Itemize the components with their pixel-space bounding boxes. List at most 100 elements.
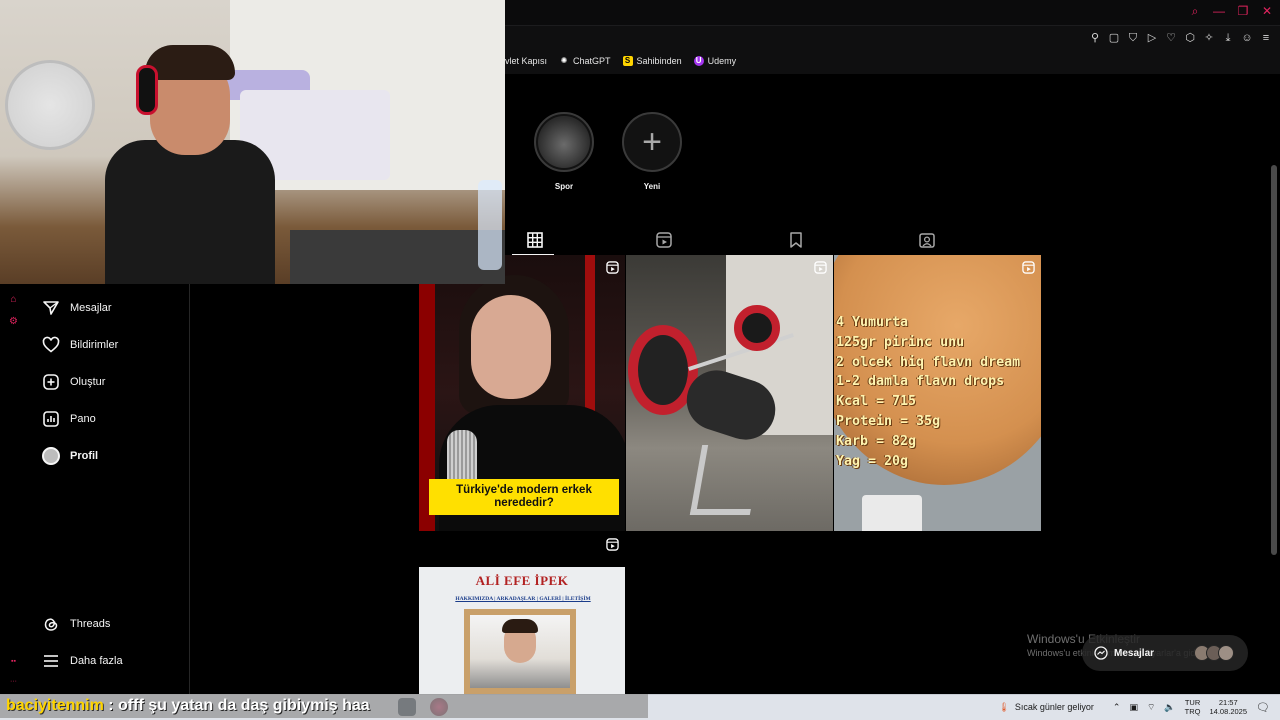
- webcam-overlay: [0, 0, 505, 284]
- heart-icon[interactable]: ♡: [1165, 31, 1177, 45]
- close-button[interactable]: ✕: [1260, 4, 1274, 18]
- bookmark-label: Sahibinden: [636, 56, 682, 66]
- pin-icon[interactable]: ⚲: [1089, 31, 1101, 45]
- notifications-icon[interactable]: 🗨: [1256, 701, 1270, 714]
- recipe-text: 4 Yumurta 125gr pirinc unu 2 olcek hiq f…: [836, 313, 1041, 471]
- weather-text: Sıcak günler geliyor: [1014, 702, 1094, 712]
- bookmark-sahibinden[interactable]: S Sahibinden: [622, 56, 682, 66]
- download-icon[interactable]: ⤓: [1222, 31, 1234, 45]
- webcam-content: [478, 180, 502, 270]
- sidebar-item-label: Profil: [70, 450, 99, 462]
- portrait-photo: [470, 615, 570, 688]
- more-icon[interactable]: ···: [8, 676, 19, 687]
- post-tile[interactable]: ALİ EFE İPEK HAKKIMIZDA | ARKADAŞLAR | G…: [419, 532, 625, 694]
- recipe-line: Kcal = 715: [836, 394, 917, 410]
- highlight-label: Spor: [554, 182, 574, 191]
- wifi-icon[interactable]: ⌔: [1147, 702, 1155, 713]
- messages-label: Mesajlar: [1114, 647, 1155, 659]
- recipe-line: 1-2 damla flavn drops: [836, 374, 1005, 390]
- menu-icon[interactable]: ≡: [1260, 31, 1272, 45]
- screenshot-icon[interactable]: ▢: [1108, 31, 1120, 45]
- bookmark-devlet[interactable]: evlet Kapısı: [500, 56, 547, 66]
- messenger-icon: [1094, 646, 1108, 660]
- photo-content: [471, 295, 551, 399]
- webcam-content: [145, 45, 235, 80]
- recipe-line: 2 olcek hiq flavn dream: [836, 354, 1021, 370]
- page-scrollbar[interactable]: [1271, 165, 1277, 555]
- sahibinden-icon: S: [622, 56, 633, 66]
- sidebar-item-more[interactable]: Daha fazla: [42, 650, 123, 672]
- clock-date: 14.08.2025: [1209, 707, 1248, 716]
- maximize-button[interactable]: ❐: [1236, 4, 1250, 18]
- recipe-line: Yag = 20g: [836, 453, 909, 469]
- avatar-stack: [1194, 645, 1234, 661]
- saved-icon[interactable]: [787, 231, 805, 249]
- volume-icon[interactable]: 🔈: [1164, 702, 1175, 713]
- settings-icon[interactable]: ⚙: [8, 316, 19, 327]
- recipe-line: 4 Yumurta: [836, 315, 909, 330]
- highlight-cover: [538, 116, 590, 168]
- highlight-ring: +: [622, 112, 682, 172]
- play-icon[interactable]: ▷: [1146, 31, 1158, 45]
- sidebar-item-label: Oluştur: [70, 376, 106, 388]
- threads-icon: [44, 618, 58, 631]
- keyboard-layout: TRQ: [1184, 707, 1201, 716]
- webcam-content: [136, 65, 158, 115]
- photo-content: [862, 495, 922, 531]
- profile-icon[interactable]: ☺: [1241, 31, 1253, 45]
- photo-content: [689, 445, 763, 515]
- bookmark-udemy[interactable]: U Udemy: [693, 56, 737, 66]
- create-icon: [43, 374, 59, 390]
- window-controls: ⌕ — ❐ ✕: [1188, 4, 1274, 18]
- clock[interactable]: 21:57 14.08.2025: [1209, 698, 1247, 716]
- system-tray: 🌡 Sıcak günler geliyor ⌃ ▣ ⌔ 🔈 TUR TRQ 2…: [998, 696, 1270, 718]
- reel-badge-icon: [606, 538, 619, 551]
- avatar: [42, 447, 60, 465]
- home-icon[interactable]: ⌂: [8, 294, 19, 305]
- post-tile[interactable]: 4 Yumurta 125gr pirinc unu 2 olcek hiq f…: [834, 255, 1041, 531]
- reels-icon[interactable]: [655, 231, 673, 249]
- post-tile[interactable]: [626, 255, 833, 531]
- highlight-spor[interactable]: Spor: [529, 112, 599, 191]
- network-icon[interactable]: ▣: [1129, 702, 1138, 713]
- profile-tabs: [512, 231, 1042, 249]
- chat-username: baciyitennim: [6, 697, 104, 714]
- cube-icon[interactable]: ⬡: [1184, 31, 1196, 45]
- chatgpt-icon: ✺: [560, 56, 568, 65]
- messages-floating-button[interactable]: Mesajlar: [1082, 635, 1248, 671]
- shield-icon[interactable]: ⛉: [1127, 31, 1139, 45]
- input-language[interactable]: TUR TRQ: [1185, 698, 1201, 716]
- chevron-up-icon[interactable]: ⌃: [1113, 702, 1121, 713]
- sidebar-item-label: Bildirimler: [70, 339, 119, 351]
- highlight-ring: [534, 112, 594, 172]
- bookmark-label: evlet Kapısı: [500, 56, 548, 66]
- minimize-button[interactable]: —: [1212, 4, 1226, 18]
- sidebar-item-threads[interactable]: Threads: [42, 613, 110, 635]
- page-menu: HAKKIMIZDA | ARKADAŞLAR | GALERİ | İLETİ…: [455, 596, 591, 602]
- avatar: [1218, 645, 1234, 661]
- extensions-icon[interactable]: ✧: [1203, 31, 1215, 45]
- tab-strip: ⌕ — ❐ ✕: [505, 0, 1280, 26]
- post-caption: Türkiye'de modern erkek nerededir?: [429, 479, 619, 515]
- messages-icon: [43, 301, 59, 315]
- highlight-new[interactable]: + Yeni: [617, 112, 687, 191]
- extension-icon[interactable]: ▪▪: [8, 656, 19, 667]
- tagged-icon[interactable]: [918, 231, 936, 249]
- sidebar-item-label: Threads: [70, 618, 111, 630]
- sidebar-item-create[interactable]: Oluştur: [42, 371, 105, 393]
- heart-icon: [42, 336, 60, 353]
- weather-widget[interactable]: 🌡 Sıcak günler geliyor: [998, 702, 1093, 713]
- recipe-line: Karb = 82g: [836, 433, 917, 449]
- sidebar-item-dashboard[interactable]: Pano: [42, 408, 96, 430]
- bookmark-label: ChatGPT: [573, 56, 611, 66]
- sidebar-item-messages[interactable]: Mesajlar: [42, 297, 112, 319]
- posts-grid-icon[interactable]: [526, 231, 544, 249]
- sidebar-item-notifications[interactable]: Bildirimler: [42, 334, 118, 356]
- search-icon[interactable]: ⌕: [1188, 4, 1202, 18]
- chat-message: : offf şu yatan da daş gibiymiş haa: [103, 697, 370, 714]
- clock-time: 21:57: [1218, 698, 1238, 707]
- post-tile[interactable]: Türkiye'de modern erkek nerededir?: [419, 255, 625, 531]
- bookmark-label: Udemy: [707, 56, 737, 66]
- sidebar-item-profile[interactable]: Profil: [42, 445, 98, 467]
- bookmark-chatgpt[interactable]: ✺ ChatGPT: [559, 56, 611, 66]
